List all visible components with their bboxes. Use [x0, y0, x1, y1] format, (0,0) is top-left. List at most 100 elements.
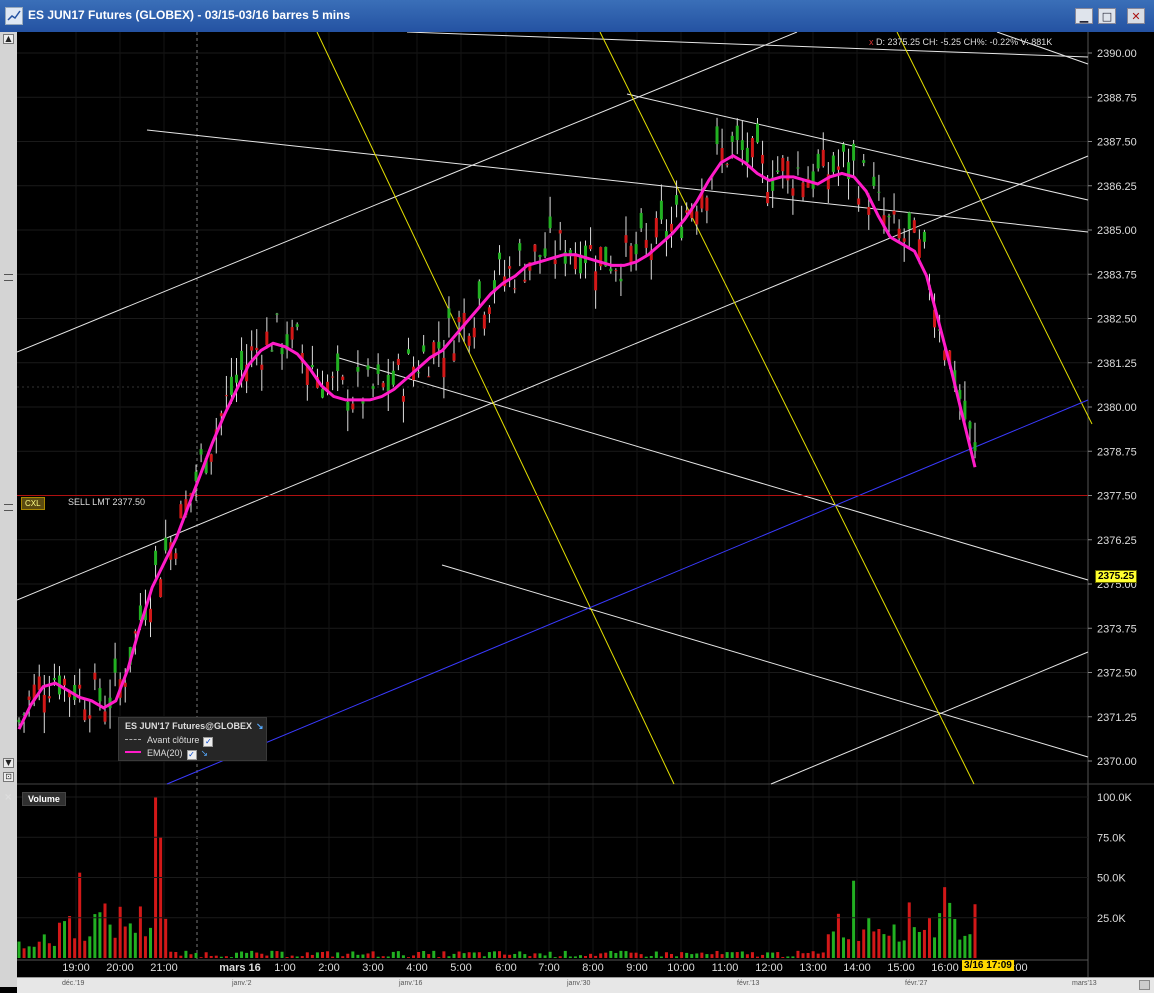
candle-body: [538, 255, 542, 258]
volume-bar: [103, 903, 107, 958]
candle-body: [922, 231, 926, 242]
price-tick-label: 2377.50: [1097, 491, 1137, 503]
volume-bar: [917, 931, 921, 958]
candle-body: [341, 376, 345, 381]
candle-body: [558, 230, 562, 234]
candle-body: [437, 341, 441, 349]
lock-scale-icon[interactable]: ⊡: [3, 772, 14, 782]
candle-body: [422, 345, 426, 352]
volume-bar: [290, 955, 294, 958]
close-button[interactable]: ✕: [1127, 8, 1145, 24]
splitter-grip-icon[interactable]: [4, 504, 13, 511]
ema-settings-icon[interactable]: ↘: [201, 748, 209, 758]
volume-bar: [477, 952, 481, 958]
candle-body: [680, 226, 684, 239]
volume-bar: [37, 941, 41, 958]
checkbox-ema[interactable]: ✓: [186, 750, 197, 760]
candle-body: [336, 353, 340, 371]
navigator-corner-icon[interactable]: [1139, 980, 1150, 990]
navigator-bar[interactable]: déc.'19 janv.'2 janv.'16 janv.'30 févr.'…: [17, 977, 1154, 993]
volume-bar: [229, 957, 233, 958]
volume-bar: [164, 918, 168, 958]
volume-bar: [462, 953, 466, 958]
scroll-up-icon[interactable]: ▲: [3, 34, 14, 44]
volume-bar: [17, 941, 21, 958]
legend-row2-label: EMA(20): [147, 748, 183, 758]
volume-bar: [452, 953, 456, 958]
volume-bar: [391, 951, 395, 958]
chart-legend: ES JUN'17 Futures@GLOBEX ↘ Avant clôture ✓…: [118, 717, 267, 761]
volume-bar: [351, 951, 355, 958]
legend-settings-icon[interactable]: ↘: [256, 721, 264, 731]
volume-bar: [887, 935, 891, 958]
candle-body: [498, 252, 502, 260]
price-tick-label: 2378.75: [1097, 446, 1137, 458]
candle-body: [740, 140, 744, 150]
volume-bar: [776, 952, 780, 958]
time-tick-label: 6:00: [495, 962, 516, 974]
volume-bar: [836, 913, 840, 958]
scroll-down-icon[interactable]: ▼: [3, 758, 14, 768]
chart-app-icon: [5, 7, 23, 25]
volume-panel-label: Volume: [22, 792, 66, 806]
volume-bar: [472, 952, 476, 958]
candle-body: [609, 268, 613, 272]
volume-bar: [199, 957, 203, 958]
volume-bar: [841, 937, 845, 958]
volume-bar: [169, 951, 173, 958]
volume-bar: [57, 922, 61, 958]
price-tick-label: 2376.25: [1097, 535, 1137, 547]
volume-bar: [705, 954, 709, 958]
candle-body: [52, 677, 56, 680]
volume-bar: [265, 955, 269, 958]
volume-bar: [518, 951, 522, 958]
volume-bar: [745, 954, 749, 958]
volume-bar: [528, 956, 532, 958]
candle-body: [93, 672, 97, 680]
candle-body: [533, 244, 537, 252]
splitter-grip-icon[interactable]: [4, 274, 13, 281]
candle-body: [376, 364, 380, 374]
volume-bar: [857, 940, 861, 958]
candle-body: [275, 313, 279, 315]
volume-bar: [943, 887, 947, 958]
candle-body: [584, 245, 588, 264]
volume-bar: [852, 880, 856, 958]
navigator-label: déc.'19: [62, 980, 85, 987]
cancel-order-button[interactable]: CXL: [21, 497, 45, 510]
legend-row-ema: EMA(20) ✓ ↘: [125, 748, 208, 760]
time-tick-label: 1:00: [274, 962, 295, 974]
minimize-button[interactable]: ▁: [1075, 8, 1093, 24]
volume-bar: [255, 952, 259, 958]
maximize-button[interactable]: □: [1098, 8, 1116, 24]
volume-bar: [644, 956, 648, 958]
candle-body: [518, 243, 522, 251]
volume-bar: [604, 952, 608, 958]
volume-bar: [862, 929, 866, 958]
volume-bar: [123, 926, 127, 958]
candle-body: [154, 550, 158, 566]
candle-body: [305, 366, 309, 385]
volume-bar: [260, 953, 264, 958]
checkbox-prior-close[interactable]: ✓: [203, 737, 214, 747]
volume-bar: [315, 952, 319, 958]
legend-title: ES JUN'17 Futures@GLOBEX ↘: [125, 721, 264, 732]
volume-bar: [589, 953, 593, 958]
left-toolbar: ▲ ▼ ⊡: [0, 32, 17, 987]
volume-bar: [22, 948, 26, 958]
time-tick-label: 14:00: [843, 962, 871, 974]
volume-bar: [973, 904, 977, 958]
volume-bar: [149, 927, 153, 958]
chart-canvas[interactable]: 2390.00 2388.75 2387.50 2386.25 2385.00 2383.…: [17, 32, 1154, 977]
time-tick-label: 5:00: [450, 962, 471, 974]
volume-bar: [624, 951, 628, 958]
candle-body: [670, 223, 674, 232]
close-info-icon[interactable]: x: [869, 37, 874, 47]
candle-body: [801, 182, 805, 198]
volume-bar: [791, 956, 795, 958]
candle-body: [427, 376, 431, 378]
candle-body: [614, 270, 618, 272]
candle-body: [543, 248, 547, 257]
volume-bar: [513, 953, 517, 958]
close-volume-panel-icon[interactable]: ×: [4, 792, 12, 803]
